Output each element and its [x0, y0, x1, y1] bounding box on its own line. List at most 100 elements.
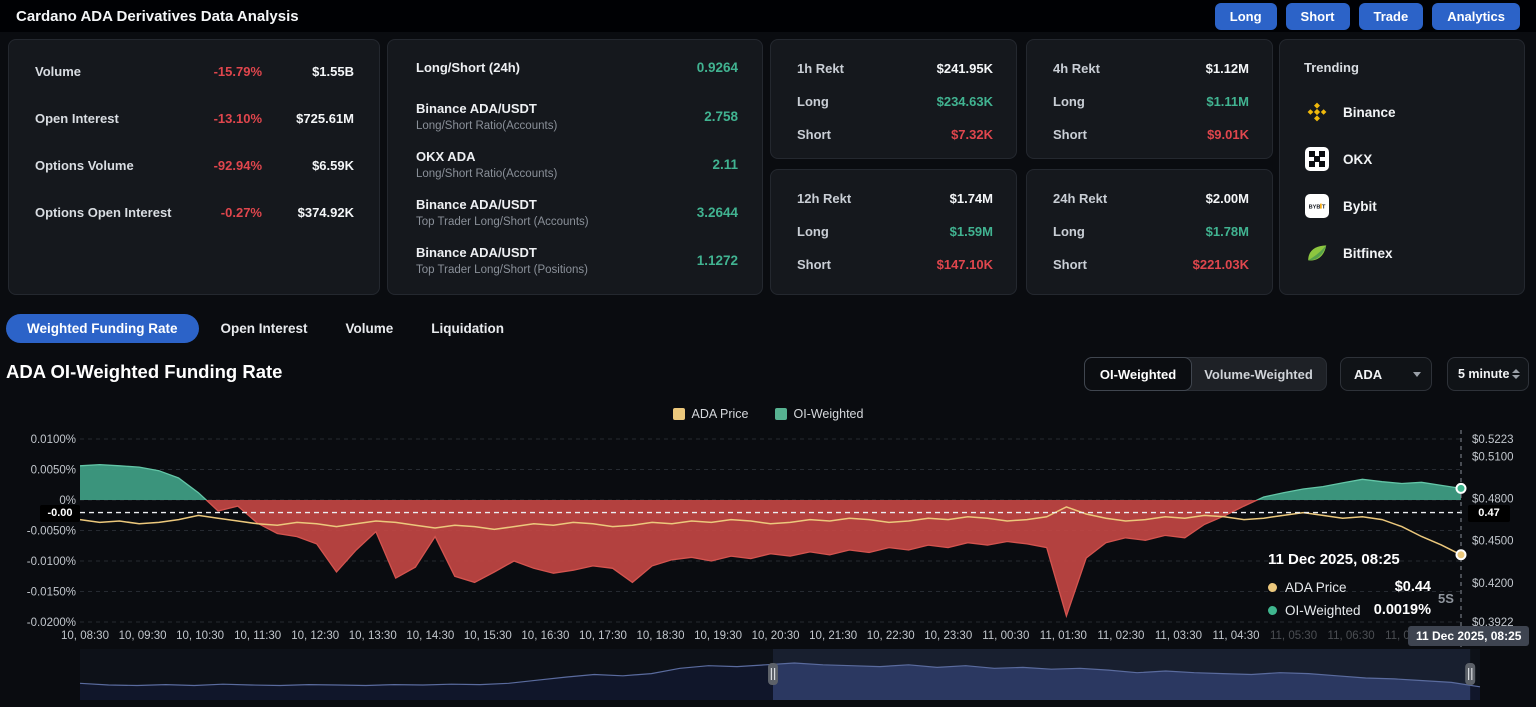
navigator-handle-left[interactable] — [768, 663, 778, 685]
ratio-row: Long/Short (24h) 0.9264 — [416, 58, 738, 77]
ratio-subtitle: Long/Short Ratio(Accounts) — [416, 118, 704, 134]
rekt-short-value: $221.03K — [1193, 257, 1249, 272]
ratio-value: 0.9264 — [697, 60, 738, 75]
x-axis-label: 10, 12:30 — [291, 630, 339, 642]
ratio-row: Binance ADA/USDT Top Trader Long/Short (… — [416, 243, 738, 278]
short-button[interactable]: Short — [1286, 3, 1350, 30]
trending-item-okx[interactable]: OKX — [1304, 144, 1506, 174]
legend-swatch-icon — [673, 408, 685, 420]
trending-item-binance[interactable]: Binance — [1304, 97, 1506, 127]
exchange-name: Bitfinex — [1343, 246, 1393, 261]
rekt-long-value: $1.59M — [950, 224, 993, 239]
stat-label: Open Interest — [35, 111, 184, 126]
x-axis-label: 10, 11:30 — [234, 630, 281, 642]
ratio-value: 2.11 — [712, 157, 738, 172]
rekt-total: $241.95K — [937, 61, 993, 76]
rekt-total: $2.00M — [1206, 191, 1249, 206]
refresh-countdown: 5S — [1438, 591, 1454, 606]
rekt-long-value: $234.63K — [937, 94, 993, 109]
stat-label: Volume — [35, 64, 184, 79]
rekt-short-label: Short — [797, 127, 951, 142]
rekt-card-12h: 12h Rekt$1.74M Long$1.59M Short$147.10K — [770, 169, 1017, 295]
trending-title: Trending — [1304, 60, 1506, 75]
stat-change: -13.10% — [184, 111, 262, 126]
ratio-value: 2.758 — [704, 109, 738, 124]
x-axis-label: 11, 02:30 — [1097, 630, 1144, 642]
ratio-subtitle: Long/Short Ratio(Accounts) — [416, 166, 712, 182]
toggle-oi-weighted[interactable]: OI-Weighted — [1084, 357, 1192, 391]
navigator-handle-right[interactable] — [1465, 663, 1475, 685]
rekt-card-1h: 1h Rekt$241.95K Long$234.63K Short$7.32K — [770, 39, 1017, 159]
stat-row-open-interest: Open Interest -13.10% $725.61M — [35, 105, 354, 131]
ada-price-dot-icon — [1268, 583, 1277, 592]
exchange-name: OKX — [1343, 152, 1372, 167]
tooltip-value: $0.44 — [1395, 579, 1431, 595]
stat-change: -0.27% — [184, 205, 262, 220]
stat-value: $725.61M — [262, 111, 354, 126]
bitfinex-icon — [1304, 240, 1330, 266]
rekt-total: $1.74M — [950, 191, 993, 206]
x-axis-label: 10, 22:30 — [867, 630, 915, 642]
analytics-button[interactable]: Analytics — [1432, 3, 1520, 30]
stat-value: $6.59K — [262, 158, 354, 173]
right-axis-label: $0.4200 — [1472, 578, 1514, 590]
interval-select-value: 5 minute — [1458, 367, 1509, 381]
tooltip-label: OI-Weighted — [1285, 603, 1361, 618]
rekt-short-label: Short — [1053, 257, 1193, 272]
tab-volume[interactable]: Volume — [346, 321, 394, 336]
chart-legend: ADA Price OI-Weighted — [0, 407, 1536, 421]
ratio-row: Binance ADA/USDT Top Trader Long/Short (… — [416, 195, 738, 230]
tooltip-value: 0.0019% — [1374, 602, 1431, 618]
chart-navigator[interactable] — [0, 647, 1536, 707]
stat-value: $1.55B — [262, 64, 354, 79]
x-axis-label: 11, 06:30 — [1328, 630, 1375, 642]
stat-label: Options Open Interest — [35, 205, 184, 220]
right-axis-label: $0.5100 — [1472, 451, 1514, 463]
x-axis-label: 10, 15:30 — [464, 630, 512, 642]
rekt-short-label: Short — [797, 257, 937, 272]
ratio-title: OKX ADA — [416, 147, 712, 166]
legend-item-ada-price[interactable]: ADA Price — [673, 407, 749, 421]
chart-tooltip: 11 Dec 2025, 08:25 ADA Price $0.44 OI-We… — [1268, 551, 1431, 625]
stat-row-options-open-interest: Options Open Interest -0.27% $374.92K — [35, 199, 354, 225]
x-axis-label: 10, 16:30 — [521, 630, 569, 642]
rekt-cards-grid: 1h Rekt$241.95K Long$234.63K Short$7.32K… — [770, 39, 1272, 295]
stat-change: -92.94% — [184, 158, 262, 173]
long-short-ratios-card: Long/Short (24h) 0.9264 Binance ADA/USDT… — [387, 39, 763, 295]
stepper-icon — [1512, 369, 1520, 379]
rekt-card-24h: 24h Rekt$2.00M Long$1.78M Short$221.03K — [1026, 169, 1273, 295]
trending-item-bitfinex[interactable]: Bitfinex — [1304, 238, 1506, 268]
interval-select[interactable]: 5 minute — [1447, 357, 1529, 391]
long-button[interactable]: Long — [1215, 3, 1277, 30]
tab-liquidation[interactable]: Liquidation — [431, 321, 504, 336]
ratio-subtitle: Top Trader Long/Short (Positions) — [416, 262, 697, 278]
tab-weighted-funding-rate[interactable]: Weighted Funding Rate — [6, 314, 199, 343]
stat-row-options-volume: Options Volume -92.94% $6.59K — [35, 152, 354, 178]
x-axis-label: 10, 08:30 — [61, 630, 109, 642]
toggle-volume-weighted[interactable]: Volume-Weighted — [1191, 358, 1326, 390]
right-axis-current-badge: 0.47 — [1468, 505, 1510, 522]
weighting-toggle: OI-Weighted Volume-Weighted — [1084, 357, 1327, 391]
left-axis-label: 0.0100% — [31, 434, 76, 446]
trade-button[interactable]: Trade — [1359, 3, 1424, 30]
left-axis-label: -0.0200% — [27, 617, 76, 629]
ratio-title: Binance ADA/USDT — [416, 243, 697, 262]
tooltip-date: 11 Dec 2025, 08:25 — [1268, 551, 1431, 568]
tab-open-interest[interactable]: Open Interest — [221, 321, 308, 336]
rekt-long-label: Long — [1053, 94, 1206, 109]
rekt-short-value: $9.01K — [1207, 127, 1249, 142]
trending-item-bybit[interactable]: BYB T Bybit — [1304, 191, 1506, 221]
left-axis-label: 0.0050% — [31, 465, 76, 477]
header-actions: Long Short Trade Analytics — [1215, 3, 1520, 30]
legend-item-oi-weighted[interactable]: OI-Weighted — [775, 407, 864, 421]
x-axis-label: 11, 05:30 — [1270, 630, 1317, 642]
coin-select[interactable]: ADA — [1340, 357, 1432, 391]
trending-card: Trending Binance OKX — [1279, 39, 1525, 295]
x-axis-label: 11, 01:30 — [1040, 630, 1087, 642]
page-title: Cardano ADA Derivatives Data Analysis — [16, 8, 299, 25]
rekt-long-label: Long — [797, 224, 950, 239]
x-axis-label: 10, 19:30 — [694, 630, 742, 642]
x-axis-label: 10, 09:30 — [119, 630, 167, 642]
exchange-name: Bybit — [1343, 199, 1377, 214]
ratio-value: 3.2644 — [697, 205, 738, 220]
